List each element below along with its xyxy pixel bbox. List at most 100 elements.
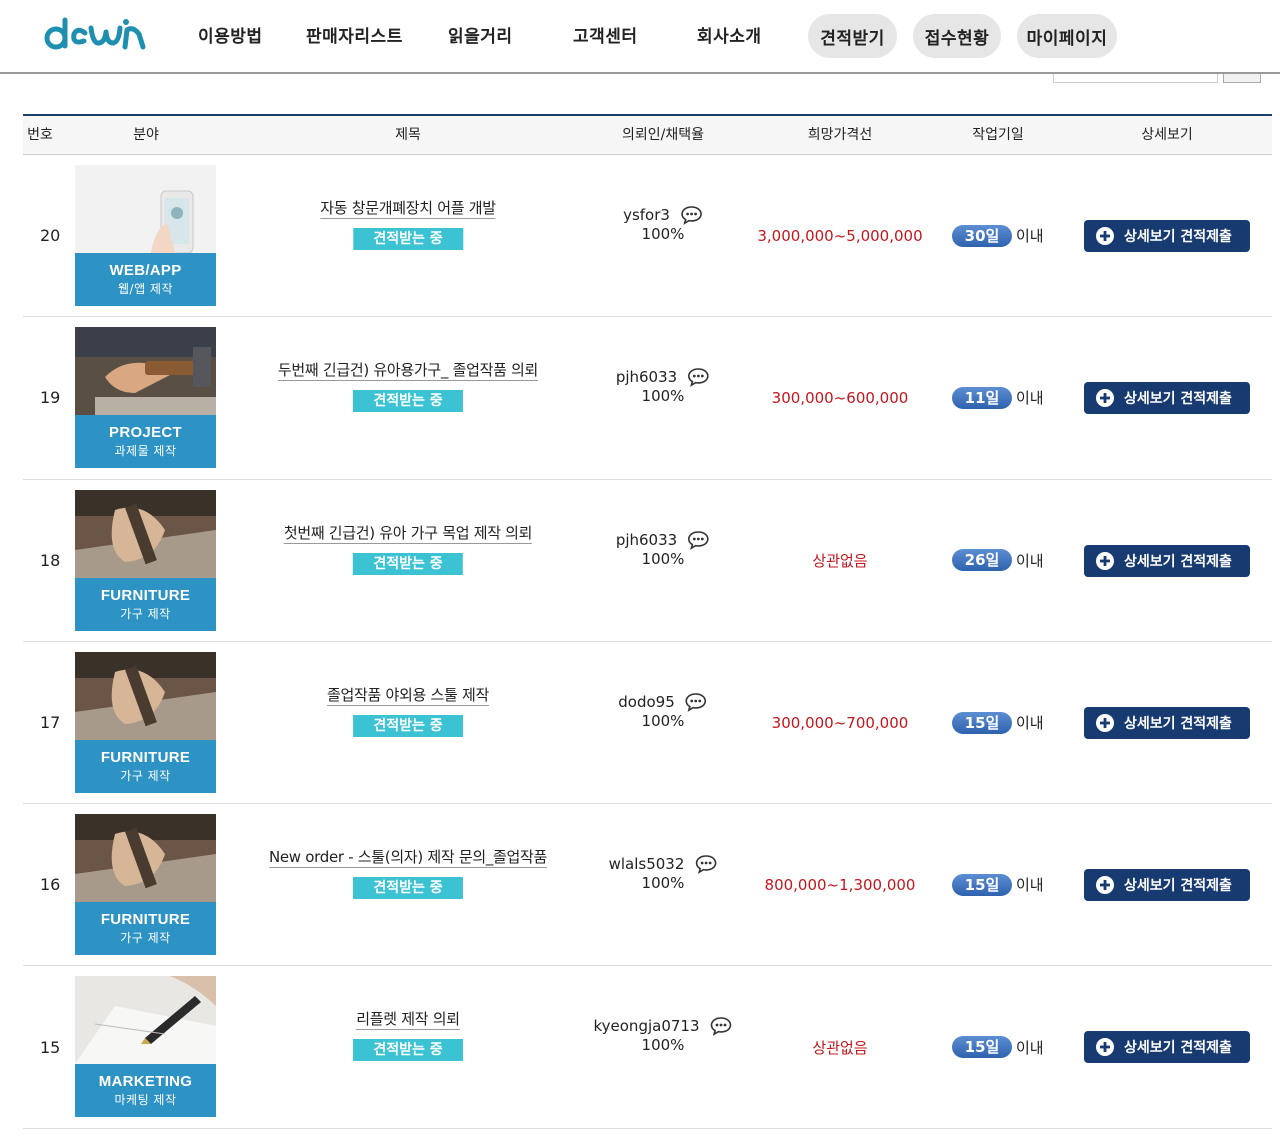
nav-reception-status-pill[interactable]: 접수현황 [913, 14, 1001, 58]
category-band: FURNITURE 가구 제작 [75, 739, 216, 793]
search-input[interactable] [1053, 74, 1218, 83]
request-title-link[interactable]: 리플렛 제작 의뢰 [356, 1010, 460, 1031]
requester-id: pjh6033 [615, 530, 678, 549]
title-cell: 리플렛 제작 의뢰 견적받는 중 [353, 1008, 463, 1062]
request-title-link[interactable]: 자동 창문개폐장치 어플 개발 [320, 199, 496, 219]
category-band: FURNITURE 가구 제작 [75, 577, 216, 631]
desired-price: 800,000~1,300,000 [764, 875, 916, 894]
desired-price: 300,000~700,000 [771, 713, 909, 732]
request-title-link[interactable]: New order - 스툴(의자) 제작 문의_졸업작품 [268, 848, 547, 869]
chat-bubble-icon[interactable] [687, 530, 710, 550]
row-number: 15 [40, 1037, 61, 1057]
detail-submit-quote-button[interactable]: 상세보기 견적제출 [1084, 706, 1250, 739]
col-header-number: 번호 [27, 127, 53, 143]
work-days-badge: 26일 [952, 549, 1012, 572]
category-thumbnail[interactable]: WEB/APP 웹/앱 제작 [75, 165, 216, 306]
search-button[interactable] [1223, 74, 1261, 83]
status-badge: 견적받는 중 [353, 714, 463, 737]
work-days-suffix: 이내 [1016, 1038, 1044, 1057]
nav-get-quote-pill[interactable]: 견적받기 [808, 14, 897, 58]
requester-id: kyeongja0713 [593, 1017, 700, 1036]
requester-cell: dodo95 100% [618, 692, 707, 730]
work-days-suffix: 이내 [1016, 227, 1044, 246]
detail-button-label: 상세보기 견적제출 [1124, 229, 1232, 245]
category-thumbnail[interactable]: FURNITURE 가구 제작 [75, 651, 216, 793]
category-thumbnail[interactable]: FURNITURE 가구 제작 [75, 489, 216, 631]
work-days-badge: 30일 [952, 224, 1012, 247]
request-table: 번호 분야 제목 의뢰인/채택율 희망가격선 작업기일 상세보기 20 WEB/… [23, 114, 1272, 1129]
adoption-rate: 100% [641, 874, 685, 893]
category-korean: 마케팅 제작 [114, 1093, 177, 1108]
dewin-logo[interactable] [42, 14, 152, 54]
status-badge: 견적받는 중 [352, 390, 463, 413]
title-cell: 자동 창문개폐장치 어플 개발 견적받는 중 [320, 197, 496, 250]
nav-mypage-pill[interactable]: 마이페이지 [1017, 14, 1117, 58]
requester-id: wlals5032 [608, 855, 685, 874]
nav-customer-center[interactable]: 고객센터 [573, 22, 638, 47]
adoption-rate: 100% [641, 225, 685, 243]
category-korean: 과제물 제작 [114, 444, 177, 459]
category-thumbnail[interactable]: FURNITURE 가구 제작 [75, 814, 216, 956]
work-days-cell: 26일 이내 [952, 480, 1044, 641]
work-days-suffix: 이내 [1016, 876, 1044, 895]
category-photo [75, 327, 216, 416]
table-row: 19 PROJECT 과제물 제작 두번째 긴급건) 유아용가구_ 졸업작품 의… [23, 317, 1272, 480]
nav-company-intro[interactable]: 회사소개 [697, 22, 762, 47]
work-days-cell: 11일 이내 [952, 317, 1044, 478]
chat-bubble-icon[interactable] [694, 854, 717, 875]
adoption-rate: 100% [641, 1036, 685, 1055]
work-days-cell: 15일 이내 [952, 966, 1044, 1127]
table-row: 20 WEB/APP 웹/앱 제작 자동 창문개폐장치 어플 개발 견적받는 중… [23, 155, 1272, 318]
category-english: FURNITURE [100, 748, 191, 766]
detail-submit-quote-button[interactable]: 상세보기 견적제출 [1084, 1031, 1250, 1064]
nav-how-to-use[interactable]: 이용방법 [198, 22, 263, 47]
requester-cell: pjh6033 100% [616, 367, 710, 405]
detail-button-label: 상세보기 견적제출 [1124, 878, 1232, 895]
work-days-suffix: 이내 [1016, 389, 1044, 408]
category-photo [75, 976, 216, 1065]
title-cell: 첫번째 긴급건) 유아 가구 목업 제작 의뢰 견적받는 중 [283, 522, 532, 575]
requester-id: dodo95 [618, 692, 675, 711]
request-title-link[interactable]: 첫번째 긴급건) 유아 가구 목업 제작 의뢰 [283, 523, 532, 544]
nav-seller-list[interactable]: 판매자리스트 [306, 22, 403, 47]
col-header-price: 희망가격선 [807, 127, 873, 143]
request-title-link[interactable]: 두번째 긴급건) 유아용가구_ 졸업작품 의뢰 [277, 361, 538, 382]
category-korean: 웹/앱 제작 [117, 282, 174, 296]
title-cell: 두번째 긴급건) 유아용가구_ 졸업작품 의뢰 견적받는 중 [277, 359, 538, 413]
work-days-badge: 15일 [952, 1036, 1012, 1059]
detail-submit-quote-button[interactable]: 상세보기 견적제출 [1084, 869, 1250, 902]
request-title-link[interactable]: 졸업작품 야외용 스툴 제작 [327, 685, 489, 706]
top-navigation-bar: 이용방법 판매자리스트 읽을거리 고객센터 회사소개 견적받기 접수현황 마이페… [0, 0, 1280, 74]
col-header-title: 제목 [395, 127, 421, 143]
chat-bubble-icon[interactable] [685, 692, 708, 712]
adoption-rate: 100% [641, 549, 685, 568]
nav-reading[interactable]: 읽을거리 [448, 22, 513, 47]
category-photo [75, 651, 216, 740]
requester-id: pjh6033 [615, 368, 678, 387]
work-days-cell: 15일 이내 [952, 642, 1044, 803]
category-band: FURNITURE 가구 제작 [75, 902, 216, 956]
category-thumbnail[interactable]: MARKETING 마케팅 제작 [75, 976, 216, 1118]
desired-price: 3,000,000~5,000,000 [757, 226, 923, 245]
category-photo [75, 165, 216, 253]
title-cell: New order - 스툴(의자) 제작 문의_졸업작품 견적받는 중 [268, 846, 547, 900]
category-english: FURNITURE [100, 586, 191, 604]
detail-submit-quote-button[interactable]: 상세보기 견적제출 [1084, 220, 1250, 252]
detail-submit-quote-button[interactable]: 상세보기 견적제출 [1084, 544, 1250, 577]
chat-bubble-icon[interactable] [680, 205, 703, 225]
detail-submit-quote-button[interactable]: 상세보기 견적제출 [1084, 382, 1250, 415]
requester-id: ysfor3 [623, 206, 670, 224]
chat-bubble-icon[interactable] [710, 1016, 733, 1037]
category-english: MARKETING [98, 1073, 193, 1091]
requester-cell: pjh6033 100% [616, 530, 710, 568]
category-thumbnail[interactable]: PROJECT 과제물 제작 [75, 327, 216, 469]
category-band: PROJECT 과제물 제작 [75, 415, 216, 469]
adoption-rate: 100% [641, 387, 685, 406]
row-number: 20 [40, 226, 61, 246]
plus-circle-icon [1096, 876, 1114, 895]
status-badge: 견적받는 중 [353, 1039, 463, 1062]
col-header-requester: 의뢰인/채택율 [622, 127, 704, 143]
chat-bubble-icon[interactable] [687, 367, 710, 388]
category-band: MARKETING 마케팅 제작 [75, 1064, 216, 1118]
plus-circle-icon [1096, 551, 1114, 570]
